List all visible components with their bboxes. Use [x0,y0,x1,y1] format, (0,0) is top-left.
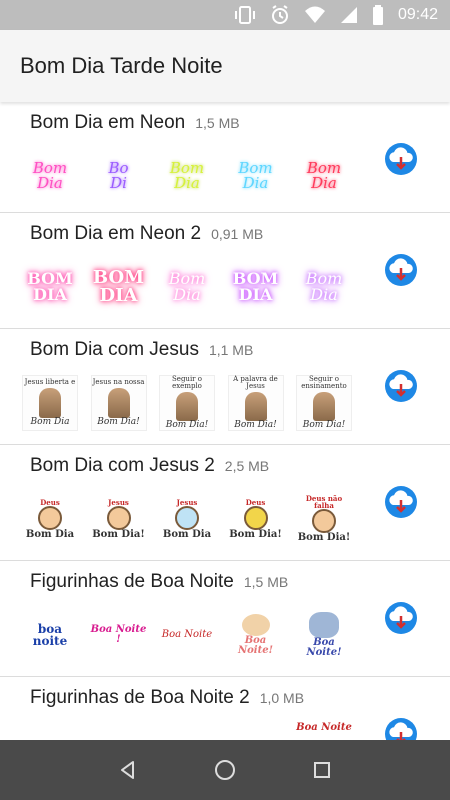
sticker-pack-item[interactable]: Bom Dia com Jesus 1,1 MB Jesus liberta e… [0,329,450,445]
pack-name: Bom Dia em Neon [30,112,186,133]
app-bar: Bom Dia Tarde Noite [0,30,450,102]
home-button[interactable] [205,750,245,790]
sticker-pack-item[interactable]: Figurinhas de Boa Noite 2 1,0 MB Boa Noi… [0,677,450,740]
pack-size: 0,91 MB [211,226,264,242]
sticker-preview-row: Boa Noite [22,719,352,740]
sticker-thumbnail: Bom Dia [305,269,343,304]
sticker-pack-item[interactable]: Figurinhas de Boa Noite 1,5 MB boa noite… [0,561,450,677]
sticker-thumbnail: Boa Noite [296,722,352,733]
page-title: Bom Dia Tarde Noite [20,53,223,78]
sticker-thumbnail: Jesus Bom Dia [162,497,212,540]
sticker-thumbnail: Boa Noite! [296,607,352,663]
pack-name: Figurinhas de Boa Noite 2 [30,687,250,708]
download-cloud-icon[interactable] [384,369,418,403]
sticker-thumbnail: Bom Dia [306,159,342,192]
sticker-preview-row: BOM DIA BOM DIA Bom Dia BOM DIA Bom Dia [22,255,352,319]
sticker-thumbnail: boa noite [32,622,68,648]
sticker-pack-list[interactable]: Bom Dia em Neon 1,5 MB Bom Dia Bo Di Bom Di… [0,102,450,740]
status-bar: 09:42 [0,0,450,30]
sticker-thumbnail: Deus não falha Bom Dia! [297,494,351,543]
sticker-thumbnail [91,723,147,740]
back-triangle-icon [121,761,135,779]
navigation-bar [0,740,450,800]
back-button[interactable] [108,750,148,790]
download-cloud-icon[interactable] [384,601,418,635]
sticker-thumbnail: Bom Dia [169,159,205,192]
pack-header: Figurinhas de Boa Noite 2 1,0 MB [30,687,304,709]
signal-icon [340,7,357,23]
pack-size: 2,5 MB [224,458,270,474]
sticker-thumbnail [228,723,284,740]
sticker-thumbnail: BOM DIA [27,269,73,304]
download-cloud-icon[interactable] [384,485,418,519]
pack-name: Bom Dia em Neon 2 [30,223,202,244]
vibrate-icon [234,6,255,24]
pack-size: 1,5 MB [243,574,289,590]
pack-size: 1,0 MB [259,690,305,706]
pack-name: Figurinhas de Boa Noite [30,571,234,592]
download-cloud-icon[interactable] [384,253,418,287]
sticker-preview-row: Jesus liberta e Bom Dia Jesus na nossa Bom… [22,371,352,435]
recents-button[interactable] [302,750,342,790]
sticker-thumbnail: Jesus na nossa Bom Dia! [90,375,147,431]
sticker-thumbnail [22,723,78,740]
sticker-pack-item[interactable]: Bom Dia com Jesus 2 2,5 MB Deus Bom Dia J… [0,445,450,561]
battery-icon [372,5,383,25]
download-cloud-icon[interactable] [384,142,418,176]
sticker-thumbnail: Bom Dia [168,269,206,304]
sticker-preview-row: boa noite Boa Noite ! Boa Noite Boa Noit… [22,603,352,667]
pack-header: Bom Dia com Jesus 1,1 MB [30,339,253,361]
pack-header: Bom Dia com Jesus 2 2,5 MB [30,455,269,477]
sticker-thumbnail: Jesus Bom Dia! [92,497,145,540]
sticker-thumbnail: Deus Bom Dia [25,497,75,540]
sticker-thumbnail: A palavra de Jesus Bom Dia! [227,375,284,431]
pack-header: Bom Dia em Neon 1,5 MB [30,112,240,134]
wifi-icon [304,6,325,23]
sticker-thumbnail: BOM DIA [92,267,145,306]
sticker-thumbnail: Boa Noite! [228,607,284,663]
recents-square-icon [313,762,330,778]
sticker-thumbnail [159,723,215,740]
sticker-thumbnail: Bo Di [108,159,129,192]
pack-name: Bom Dia com Jesus 2 [30,455,215,476]
sticker-preview-row: Bom Dia Bo Di Bom Dia Bom Dia Bom Dia [22,144,352,208]
pack-size: 1,1 MB [208,342,254,358]
sticker-thumbnail: Seguir o ensinamento Bom Dia! [296,375,352,431]
pack-name: Bom Dia com Jesus [30,339,199,360]
sticker-thumbnail: BOM DIA [232,269,279,304]
home-circle-icon [214,760,235,780]
sticker-pack-item[interactable]: Bom Dia em Neon 1,5 MB Bom Dia Bo Di Bom Di… [0,102,450,213]
pack-size: 1,5 MB [195,115,240,131]
sticker-thumbnail: Boa Noite ! [90,624,147,645]
sticker-thumbnail: Deus Bom Dia! [229,497,282,540]
sticker-pack-item[interactable]: Bom Dia em Neon 2 0,91 MB BOM DIA BOM DIA … [0,213,450,329]
sticker-thumbnail: Bom Dia [32,159,68,192]
sticker-preview-row: Deus Bom Dia Jesus Bom Dia! Jesus Bom Dia D… [22,487,352,551]
alarm-icon [271,5,288,24]
sticker-thumbnail: Jesus liberta e Bom Dia [22,375,78,431]
pack-header: Figurinhas de Boa Noite 1,5 MB [30,571,288,593]
clock: 09:42 [397,6,438,23]
sticker-thumbnail: Boa Noite [161,629,213,640]
sticker-thumbnail: Bom Dia [238,159,273,192]
sticker-thumbnail: Seguir o exemplo Bom Dia! [159,375,215,431]
download-cloud-icon[interactable] [384,717,418,740]
pack-header: Bom Dia em Neon 2 0,91 MB [30,223,263,245]
